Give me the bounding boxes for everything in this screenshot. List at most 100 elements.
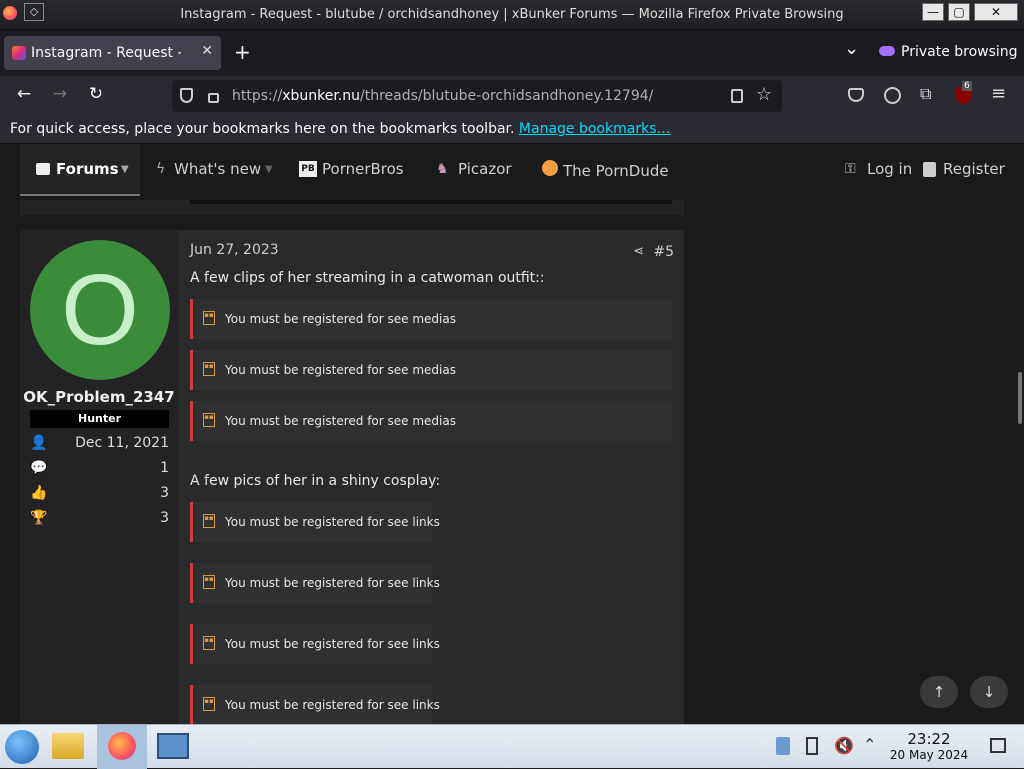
reaction-score: 3 <box>160 485 169 501</box>
post-number[interactable]: #5 <box>653 244 674 260</box>
reload-button[interactable]: ↻ <box>84 84 108 104</box>
account-icon[interactable] <box>884 87 901 104</box>
link-icon: ▪▪ <box>203 575 215 589</box>
nav-picazor[interactable]: Picazor <box>458 160 512 178</box>
link-notice: ▪▪ You must be registered for see links <box>190 624 440 664</box>
window-titlebar: ◇ Instagram - Request - blutube / orchid… <box>0 0 1024 30</box>
page-scrollbar-thumb[interactable] <box>1018 372 1022 424</box>
link-notice-text: You must be registered for see links <box>225 515 440 529</box>
tab-favicon-icon <box>12 46 26 60</box>
post-message-pane: Jun 27, 2023 ⋖ #5 A few clips of her str… <box>178 230 684 724</box>
bookmarks-toolbar: For quick access, place your bookmarks h… <box>0 116 1024 144</box>
page-content: O OK_Problem_2347 Hunter 👤 Dec 11, 2021 … <box>0 200 1024 724</box>
post-5: O OK_Problem_2347 Hunter 👤 Dec 11, 2021 … <box>20 230 684 724</box>
post-date[interactable]: Jun 27, 2023 <box>190 242 279 258</box>
link-icon: ▪▪ <box>203 636 215 650</box>
nav-pornerbros[interactable]: PornerBros <box>322 160 404 178</box>
stat-messages: 💬 1 <box>30 459 169 479</box>
pocket-icon[interactable] <box>848 88 864 102</box>
firefox-taskbar-icon <box>108 732 136 760</box>
link-icon: ▪▪ <box>203 514 215 528</box>
manage-bookmarks-link[interactable]: Manage bookmarks… <box>519 121 671 137</box>
back-button[interactable]: ← <box>12 84 36 104</box>
previous-post-bar <box>190 200 672 204</box>
media-notice-text: You must be registered for see medias <box>225 414 456 428</box>
file-manager-icon[interactable] <box>52 733 84 759</box>
stat-points: 🏆 3 <box>30 509 169 529</box>
extensions-icon[interactable]: ⧉ <box>920 84 931 104</box>
bolt-icon: ϟ <box>156 161 166 177</box>
close-window-button[interactable]: ✕ <box>974 3 1018 21</box>
media-notice-text: You must be registered for see medias <box>225 312 456 326</box>
extension-badge: 6 <box>962 81 972 91</box>
media-notice: ▪▪ You must be registered for see medias <box>190 299 672 339</box>
tracking-shield-icon[interactable] <box>180 88 193 103</box>
stat-reactions: 👍 3 <box>30 484 169 504</box>
joined-date: Dec 11, 2021 <box>75 435 169 451</box>
link-notice-text: You must be registered for see links <box>225 698 440 712</box>
messages-icon: 💬 <box>30 460 48 476</box>
scroll-top-button[interactable]: ↑ <box>920 676 958 708</box>
trophy-icon: 🏆 <box>30 510 48 526</box>
maximize-button[interactable]: ▢ <box>948 3 970 21</box>
minimize-button[interactable]: — <box>922 3 944 21</box>
message-count: 1 <box>160 460 169 476</box>
link-notice-text: You must be registered for see links <box>225 637 440 651</box>
pornerbros-logo-icon: PB <box>299 161 317 177</box>
new-tab-button[interactable]: + <box>234 40 251 64</box>
nav-whats-new[interactable]: What's new <box>174 160 261 178</box>
lock-icon[interactable] <box>208 93 219 103</box>
tab-label: Instagram - Request - blutube / orchidsa… <box>31 45 181 61</box>
nav-porndude[interactable]: The PornDude <box>563 162 669 180</box>
thumbs-up-icon: 👍 <box>30 485 48 501</box>
private-mask-icon <box>879 46 895 56</box>
post-text-clips: A few clips of her streaming in a catwom… <box>190 270 545 286</box>
forward-button[interactable]: → <box>48 84 72 104</box>
username[interactable]: OK_Problem_2347 <box>20 388 178 406</box>
forums-dropdown-icon[interactable]: ▼ <box>121 164 129 175</box>
media-notice: ▪▪ You must be registered for see medias <box>190 350 672 390</box>
system-monitor-icon[interactable] <box>157 733 189 759</box>
url-text[interactable]: https://xbunker.nu/threads/blutube-orchi… <box>232 88 653 104</box>
avatar[interactable]: O <box>30 240 170 380</box>
link-icon: ▪▪ <box>203 697 215 711</box>
share-icon[interactable]: ⋖ <box>633 244 644 259</box>
hamburger-menu-icon[interactable]: ≡ <box>991 83 1006 104</box>
show-desktop-icon[interactable] <box>990 738 1006 753</box>
scroll-bottom-button[interactable]: ↓ <box>970 676 1008 708</box>
tray-battery-icon[interactable] <box>806 737 818 755</box>
forums-icon <box>36 163 50 175</box>
tab-instagram-request[interactable]: Instagram - Request - blutube / orchidsa… <box>4 36 221 70</box>
whats-new-dropdown-icon[interactable]: ▼ <box>265 164 273 175</box>
media-notice: ▪▪ You must be registered for see medias <box>190 401 672 441</box>
register-link[interactable]: Register <box>943 160 1005 178</box>
post-user-pane: O OK_Problem_2347 Hunter 👤 Dec 11, 2021 … <box>20 230 178 724</box>
tray-muted-volume-icon[interactable]: 🔇 <box>834 736 854 755</box>
bookmarks-hint: For quick access, place your bookmarks h… <box>10 121 671 137</box>
unicorn-icon: ♞ <box>436 161 449 177</box>
link-notice-text: You must be registered for see links <box>225 576 440 590</box>
url-bar[interactable]: https://xbunker.nu/threads/blutube-orchi… <box>172 80 782 112</box>
porndude-icon <box>542 160 558 176</box>
reader-view-icon[interactable] <box>731 89 743 103</box>
clipboard-icon <box>923 162 936 177</box>
tab-bar: Instagram - Request - blutube / orchidsa… <box>0 30 1024 76</box>
private-browsing-label: Private browsing <box>901 44 1018 60</box>
stat-joined: 👤 Dec 11, 2021 <box>30 434 169 454</box>
list-all-tabs-button[interactable]: ⌄ <box>844 38 859 59</box>
taskbar-clock[interactable]: 23:22 20 May 2024 <box>884 730 974 762</box>
tab-close-button[interactable]: ✕ <box>201 43 213 59</box>
key-icon: ⚿ <box>845 161 856 177</box>
media-icon: ▪▪ <box>203 311 215 325</box>
start-menu-icon[interactable] <box>5 730 39 764</box>
tray-expand-icon[interactable]: ⌃ <box>863 735 876 754</box>
trophy-points: 3 <box>160 510 169 526</box>
bookmark-star-icon[interactable]: ☆ <box>756 84 772 105</box>
tray-clipboard-icon[interactable] <box>776 737 790 755</box>
link-notice: ▪▪ You must be registered for see links <box>190 502 440 542</box>
login-link[interactable]: Log in <box>867 160 912 178</box>
media-notice-text: You must be registered for see medias <box>225 363 456 377</box>
taskbar: 🔇 ⌃ 23:22 20 May 2024 <box>0 724 1024 769</box>
user-icon: 👤 <box>30 435 48 451</box>
media-icon: ▪▪ <box>203 413 215 427</box>
